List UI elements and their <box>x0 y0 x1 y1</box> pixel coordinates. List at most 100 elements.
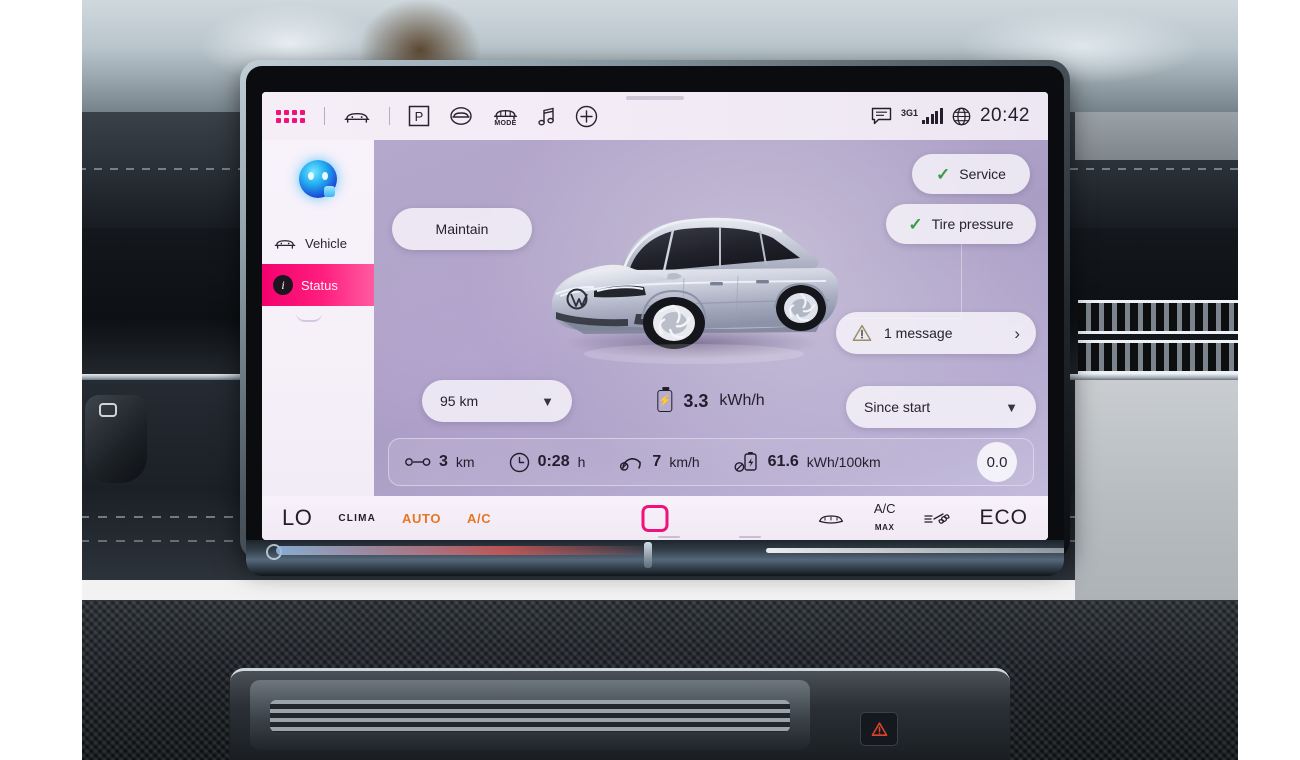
air-vent-lower[interactable] <box>1078 340 1260 374</box>
stat-consumption: 61.6 kWh/100km <box>734 451 881 474</box>
range-value: 95 km <box>440 393 479 409</box>
sidebar: Vehicle i Status <box>262 140 374 496</box>
climate-tick-2 <box>739 536 761 538</box>
assistant-logo-wrap[interactable] <box>262 160 374 198</box>
square-stop-icon[interactable] <box>641 504 669 532</box>
infotainment-screen[interactable]: P MODE 3G1 20:42 Vehicle i Status Mainta… <box>262 92 1048 540</box>
tire-pressure-button[interactable]: ✓ Tire pressure <box>886 204 1036 244</box>
sidebar-item-status[interactable]: i Status <box>262 264 374 322</box>
air-vent-upper[interactable] <box>1078 300 1260 334</box>
drive-mode-icon[interactable]: MODE <box>492 105 519 127</box>
clock-icon <box>509 452 530 473</box>
service-button[interactable]: ✓ Service <box>912 154 1030 194</box>
climate-right-group: A/C MAX ECO <box>816 501 1028 535</box>
clima-button[interactable]: CLIMA <box>338 513 376 524</box>
ac-max-top-label: A/C <box>873 501 896 517</box>
info-circle-icon: i <box>273 275 293 295</box>
range-dropdown[interactable]: 95 km ▼ <box>422 380 572 422</box>
maintain-label: Maintain <box>435 221 489 237</box>
chevron-down-icon-range: ▼ <box>541 393 554 409</box>
time-value: 0:28 <box>537 453 570 470</box>
auto-button[interactable]: AUTO <box>402 511 441 526</box>
chin-reflection-1 <box>276 546 656 555</box>
right-dash-trim-upper <box>1075 112 1260 160</box>
message-button[interactable]: 1 message › <box>836 312 1036 354</box>
stats-end-value[interactable]: 0.0 <box>977 442 1017 482</box>
car-interior-scene: P MODE 3G1 20:42 Vehicle i Status Mainta… <box>0 0 1300 760</box>
status-bar: P MODE 3G1 20:42 <box>262 92 1048 140</box>
music-note-icon[interactable] <box>537 106 557 127</box>
connector-line-vertical <box>961 244 962 318</box>
left-control-knob[interactable] <box>85 395 147 483</box>
service-label: Service <box>959 166 1006 182</box>
climate-tick-1 <box>658 536 680 538</box>
divider-2 <box>389 107 390 125</box>
consumption-unit: kWh/100km <box>806 454 881 470</box>
sidebar-item-label-status: Status <box>301 277 338 293</box>
speed-value: 7 <box>652 453 662 470</box>
distance-unit: km <box>455 454 475 470</box>
status-content: Maintain ✓ Service ✓ Tire pressure 1 mes… <box>374 140 1048 496</box>
tire-pressure-label: Tire pressure <box>931 216 1014 232</box>
knob-icon <box>99 403 117 417</box>
fan-icon[interactable] <box>923 510 951 527</box>
signal-strength: 3G1 <box>901 108 943 124</box>
distance-icon <box>405 456 431 468</box>
ac-button[interactable]: A/C <box>467 511 491 526</box>
chevron-right-icon: › <box>1014 323 1020 343</box>
energy-consumption-readout: ⚡ 3.3 kWh/h <box>657 387 765 412</box>
lower-console-slats <box>270 700 790 732</box>
sidebar-item-vehicle[interactable]: Vehicle <box>262 222 374 264</box>
battery-icon: ⚡ <box>657 387 673 412</box>
driver-temp-button[interactable]: LO <box>282 505 312 531</box>
drive-mode-label: MODE <box>494 120 517 127</box>
network-generation-label: 3G1 <box>900 108 918 118</box>
speedometer-icon <box>619 453 644 472</box>
chin-reflection-2 <box>766 548 1064 553</box>
distance-value: 3 <box>439 453 448 470</box>
trip-stats-bar[interactable]: 3 km 0:28 h 7 km/h 61.6 kWh/100km 0.0 <box>388 438 1034 486</box>
car-assist-icon[interactable] <box>448 105 474 127</box>
ivi-body: Vehicle i Status Maintain ✓ Service ✓ Ti… <box>262 140 1048 496</box>
chevron-down-icon-period: ▼ <box>1005 399 1018 415</box>
climate-bar: LO CLIMA AUTO A/C A/C MAX ECO <box>262 496 1048 540</box>
energy-value: 3.3 <box>683 390 709 411</box>
parking-p-icon[interactable]: P <box>408 105 430 127</box>
globe-icon[interactable] <box>952 107 971 126</box>
status-bar-right: 3G1 20:42 <box>871 105 1034 127</box>
car-outline-icon <box>273 236 297 251</box>
assistant-logo-icon[interactable] <box>299 160 337 198</box>
warning-triangle-icon <box>852 324 872 342</box>
screen-notch <box>626 96 684 100</box>
screen-lower-chin <box>246 540 1064 576</box>
message-label: 1 message <box>884 325 953 341</box>
ac-max-bottom-label: MAX <box>874 523 895 532</box>
period-dropdown[interactable]: Since start ▼ <box>846 386 1036 428</box>
energy-unit: kWh/h <box>719 392 765 409</box>
clock-time: 20:42 <box>979 105 1030 126</box>
svg-text:P: P <box>415 109 424 124</box>
consumption-icon <box>734 451 760 474</box>
hazard-light-button[interactable] <box>860 712 898 746</box>
check-icon-tire: ✓ <box>908 214 923 234</box>
vehicle-image <box>524 186 854 376</box>
signal-bars-icon <box>921 108 943 124</box>
right-letterbox <box>1238 0 1300 760</box>
check-icon-service: ✓ <box>936 164 951 184</box>
car-front-icon[interactable] <box>343 107 371 125</box>
chin-bump <box>644 542 652 568</box>
time-unit: h <box>577 454 586 470</box>
rear-defrost-icon[interactable] <box>816 511 846 526</box>
message-icon[interactable] <box>871 107 892 125</box>
stat-distance: 3 km <box>405 453 475 471</box>
maintain-button[interactable]: Maintain <box>392 208 532 250</box>
stat-time: 0:28 h <box>509 452 586 473</box>
hazard-triangle-icon <box>871 721 887 736</box>
plus-circle-icon[interactable] <box>575 105 598 128</box>
grid-apps-icon[interactable] <box>276 109 305 123</box>
eco-button[interactable]: ECO <box>979 506 1028 530</box>
ac-max-button[interactable]: A/C MAX <box>874 501 896 535</box>
sidebar-scroll-hint <box>296 313 322 322</box>
period-value: Since start <box>864 399 931 415</box>
divider <box>324 107 325 125</box>
